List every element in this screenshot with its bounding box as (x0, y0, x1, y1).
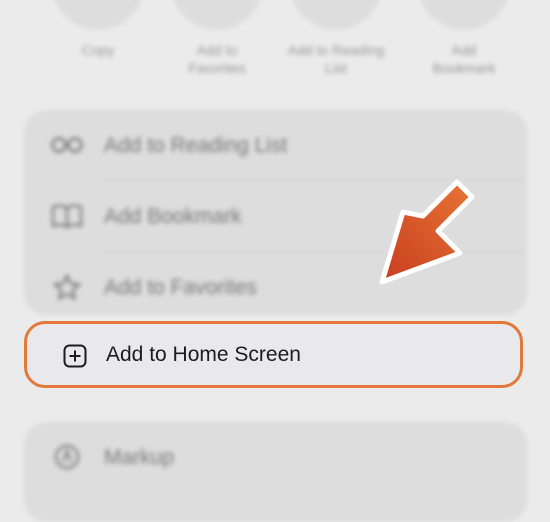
secondary-menu-card: Markup (24, 422, 527, 522)
menu-item-add-to-reading-list[interactable]: Add to Reading List (24, 110, 527, 180)
menu-item-markup[interactable]: Markup (24, 422, 527, 492)
callout-arrow-icon (379, 179, 475, 285)
menu-item-label: Add Bookmark (104, 205, 242, 228)
book-icon (418, 0, 510, 30)
glasses-icon (290, 0, 382, 30)
add-to-favorites-action-label: Add to Favorites (188, 42, 246, 76)
copy-action-label: Copy (81, 42, 115, 58)
menu-item-label: Add to Reading List (104, 134, 288, 157)
book-icon (51, 204, 83, 229)
star-icon (53, 274, 81, 300)
share-actions-row: Copy Add to Favorites Add to Reading Lis… (0, 0, 550, 100)
add-bookmark-action-label: Add Bookmark (432, 42, 496, 76)
menu-item-label: Add to Favorites (104, 276, 257, 299)
markup-icon (54, 444, 80, 470)
glasses-icon (51, 137, 83, 153)
copy-icon (52, 0, 144, 30)
menu-item-label: Add to Home Screen (106, 343, 301, 366)
star-icon (171, 0, 263, 30)
menu-item-add-to-home-screen[interactable]: Add to Home Screen (24, 321, 523, 388)
add-to-reading-list-action-label: Add to Reading List (287, 42, 385, 76)
menu-item-label: Markup (104, 446, 175, 469)
plus-square-icon (63, 344, 87, 368)
